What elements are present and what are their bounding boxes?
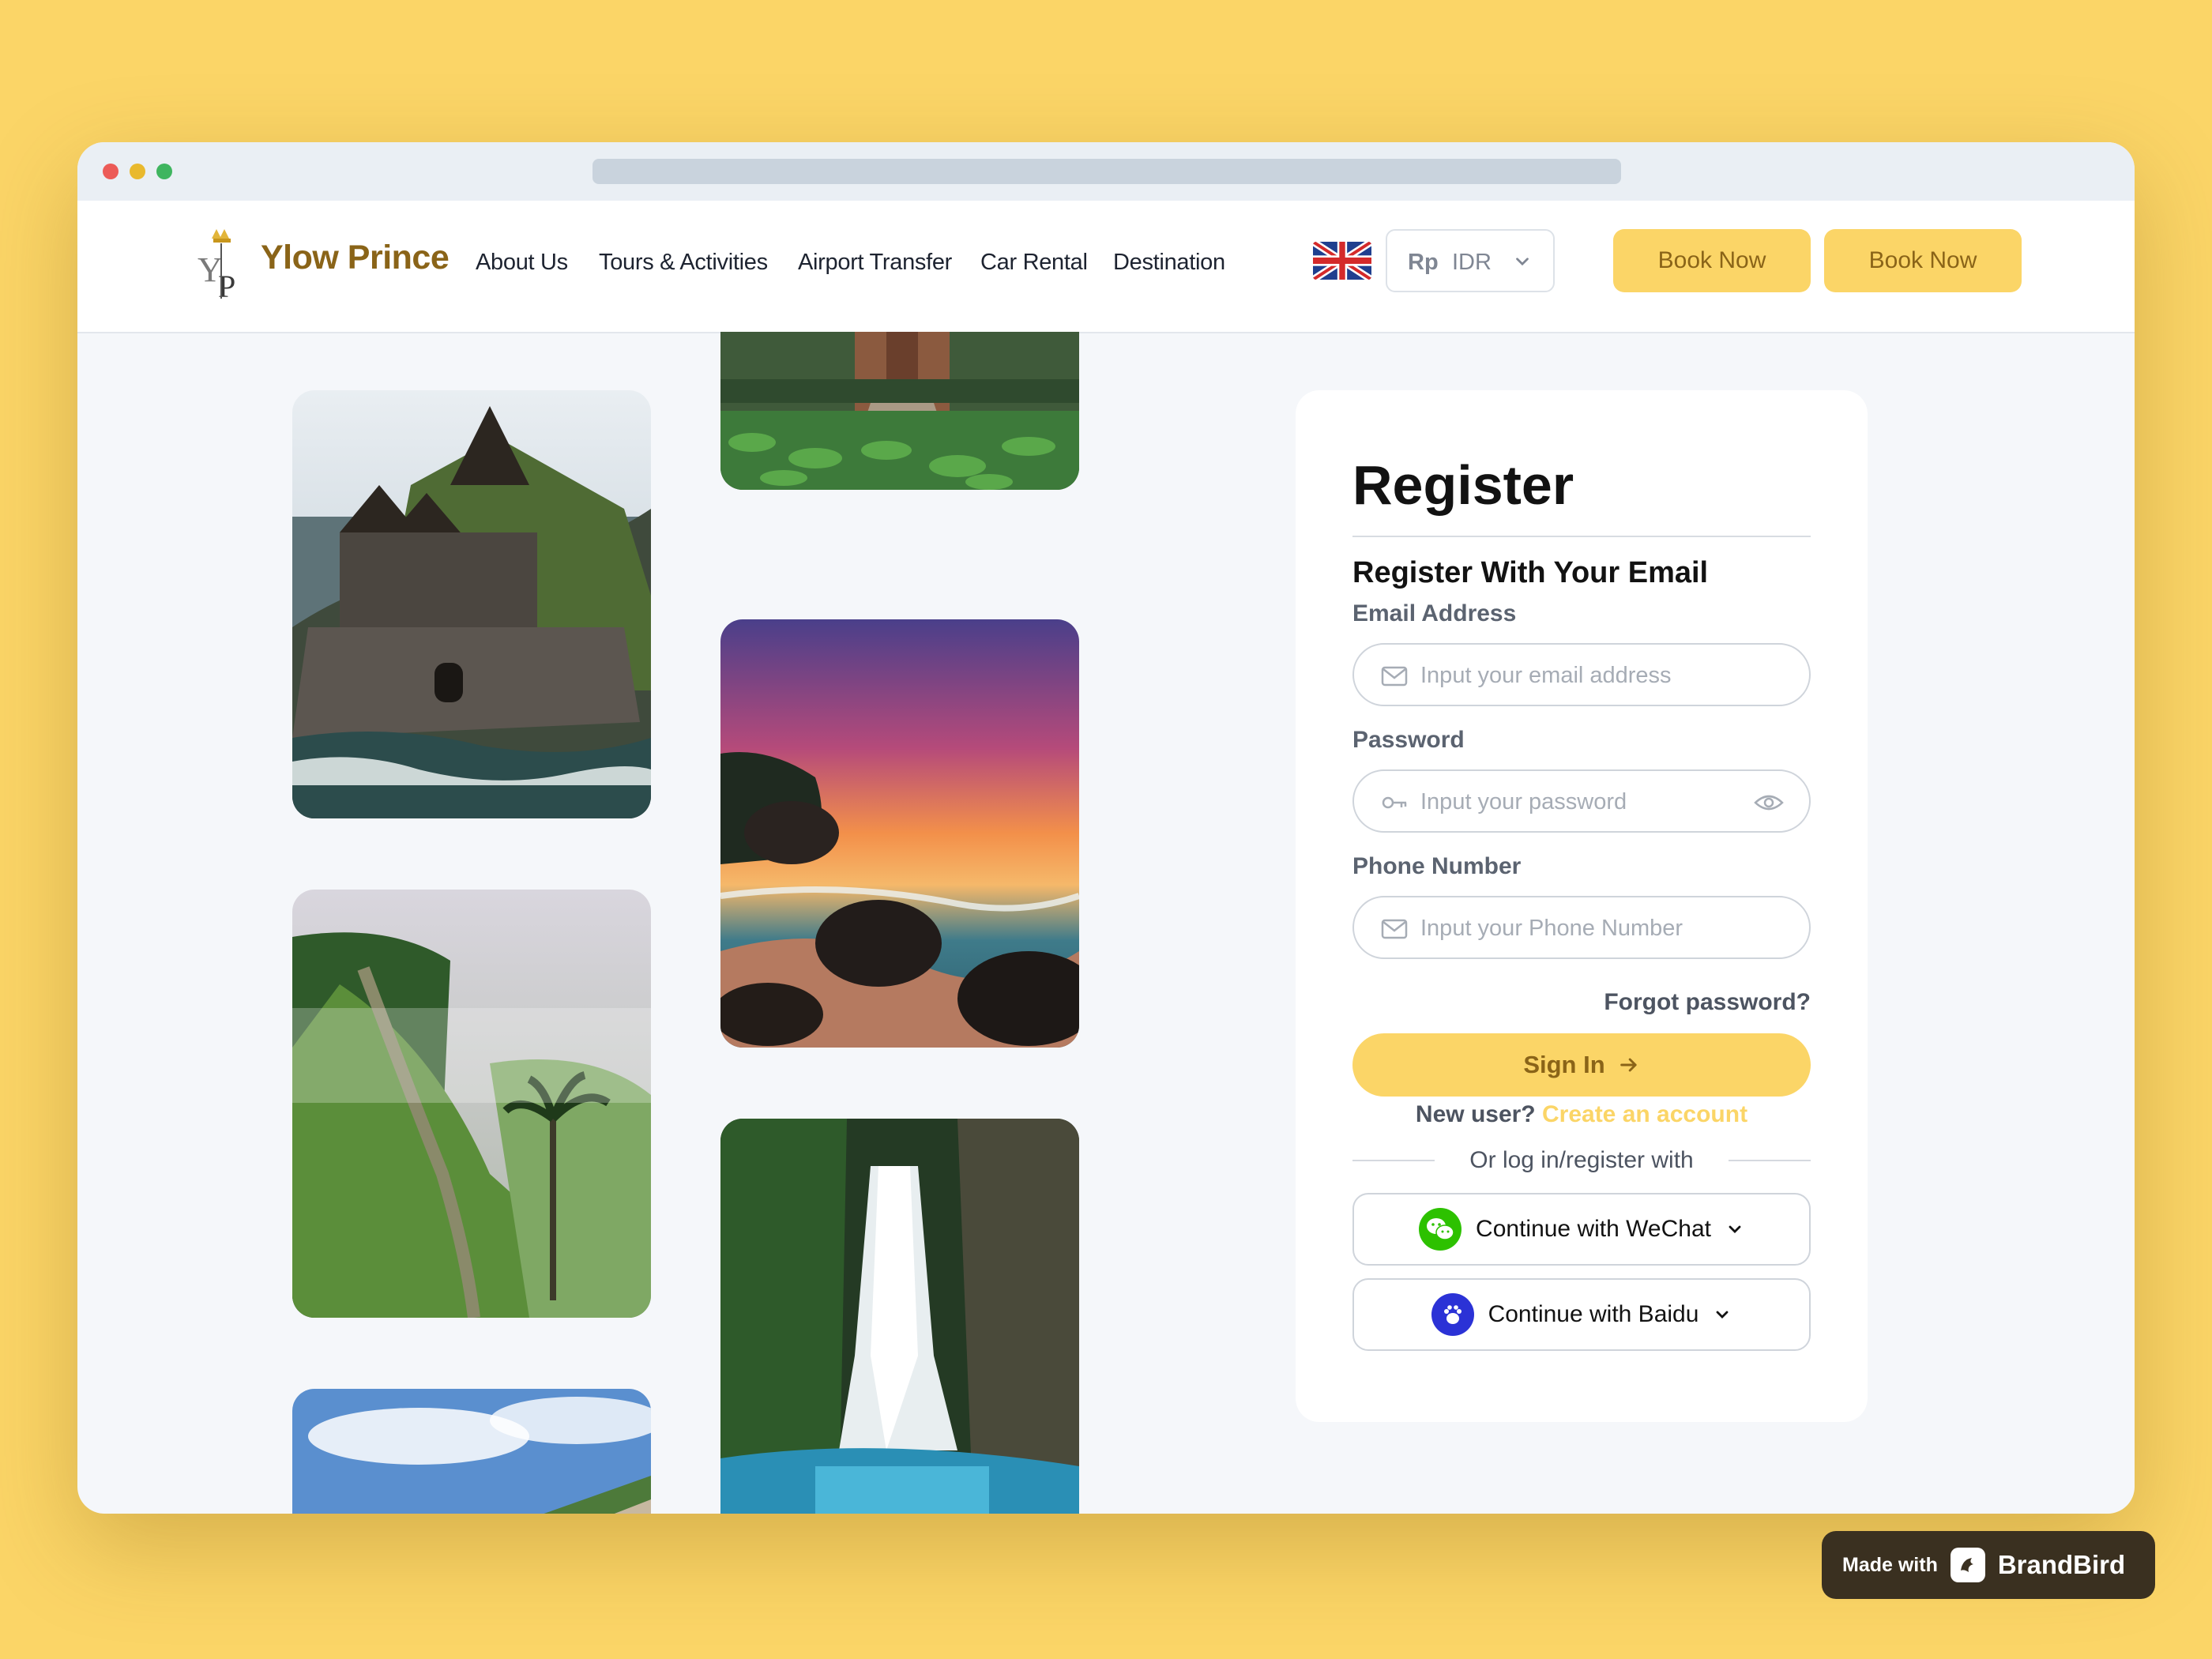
maximize-window-dot[interactable] — [156, 164, 172, 179]
key-icon — [1382, 796, 1407, 809]
email-label: Email Address — [1352, 600, 1517, 626]
wechat-label: Continue with WeChat — [1476, 1216, 1711, 1242]
arrow-right-icon — [1620, 1058, 1637, 1072]
brandbird-logo-icon — [1950, 1548, 1985, 1582]
address-bar[interactable] — [592, 159, 1621, 184]
forgot-password-link[interactable]: Forgot password? — [1604, 989, 1811, 1016]
email-field[interactable] — [1352, 643, 1811, 706]
phone-label: Phone Number — [1352, 853, 1522, 879]
gallery-image-temple-lotus — [720, 332, 1079, 490]
currency-selector[interactable]: Rp IDR — [1386, 229, 1555, 292]
currency-code: IDR — [1452, 250, 1492, 275]
chevron-down-icon — [1516, 258, 1529, 266]
nav-destination[interactable]: Destination — [1113, 250, 1225, 276]
browser-titlebar — [77, 142, 2135, 201]
gallery-image-temple-sea — [292, 390, 651, 818]
page-title: Register — [1352, 454, 1574, 516]
mail-icon — [1381, 919, 1408, 939]
baidu-paw-icon — [1431, 1293, 1474, 1336]
baidu-label: Continue with Baidu — [1488, 1301, 1699, 1327]
chevron-down-icon — [1717, 1311, 1729, 1319]
password-field[interactable] — [1352, 769, 1811, 833]
sign-in-button[interactable]: Sign In — [1352, 1033, 1811, 1097]
title-divider — [1352, 536, 1811, 537]
register-subtitle: Register With Your Email — [1352, 556, 1709, 589]
phone-field[interactable] — [1352, 896, 1811, 959]
chevron-down-icon — [1729, 1225, 1741, 1233]
eye-icon[interactable] — [1754, 792, 1784, 814]
register-card: Register Register With Your Email Email … — [1296, 390, 1868, 1422]
uk-flag-icon[interactable] — [1313, 242, 1371, 280]
gallery-image-sunset-beach — [720, 619, 1079, 1048]
gallery-image-waterfall — [720, 1119, 1079, 1514]
gallery-image-coastal-cliff — [292, 1389, 651, 1514]
nav-car-rental[interactable]: Car Rental — [980, 250, 1088, 276]
book-now-button-secondary[interactable]: Book Now — [1824, 229, 2022, 292]
brandbird-name: BrandBird — [1997, 1550, 2126, 1579]
continue-baidu-button[interactable]: Continue with Baidu — [1352, 1278, 1811, 1351]
top-navbar: Y P Ylow Prince About Us Tours & Activit… — [77, 201, 2135, 333]
book-now-button[interactable]: Book Now — [1613, 229, 1811, 292]
wechat-icon — [1419, 1208, 1462, 1251]
browser-window: Y P Ylow Prince About Us Tours & Activit… — [77, 142, 2135, 1514]
nav-tours-activities[interactable]: Tours & Activities — [599, 250, 768, 276]
gallery-image-misty-hills — [292, 890, 651, 1318]
continue-wechat-button[interactable]: Continue with WeChat — [1352, 1193, 1811, 1266]
brand-name[interactable]: Ylow Prince — [261, 239, 450, 277]
close-window-dot[interactable] — [103, 164, 118, 179]
phone-input[interactable] — [1420, 908, 1736, 948]
made-with-text: Made with — [1842, 1553, 1938, 1576]
minimize-window-dot[interactable] — [130, 164, 145, 179]
brandbird-watermark: Made with BrandBird — [1822, 1531, 2155, 1599]
create-account-link[interactable]: Create an account — [1542, 1101, 1747, 1127]
ylow-prince-logo-icon[interactable]: Y P — [194, 228, 250, 300]
sign-in-label: Sign In — [1523, 1051, 1605, 1078]
nav-airport-transfer[interactable]: Airport Transfer — [798, 250, 952, 276]
email-input[interactable] — [1420, 656, 1736, 695]
or-divider-right — [1729, 1160, 1811, 1161]
new-user-text: New user? — [1415, 1101, 1536, 1127]
nav-about-us[interactable]: About Us — [476, 250, 568, 276]
password-label: Password — [1352, 727, 1465, 753]
mail-icon — [1381, 666, 1408, 687]
new-user-row: New user? Create an account — [1296, 1101, 1868, 1128]
password-input[interactable] — [1420, 782, 1736, 822]
currency-symbol: Rp — [1408, 250, 1439, 275]
